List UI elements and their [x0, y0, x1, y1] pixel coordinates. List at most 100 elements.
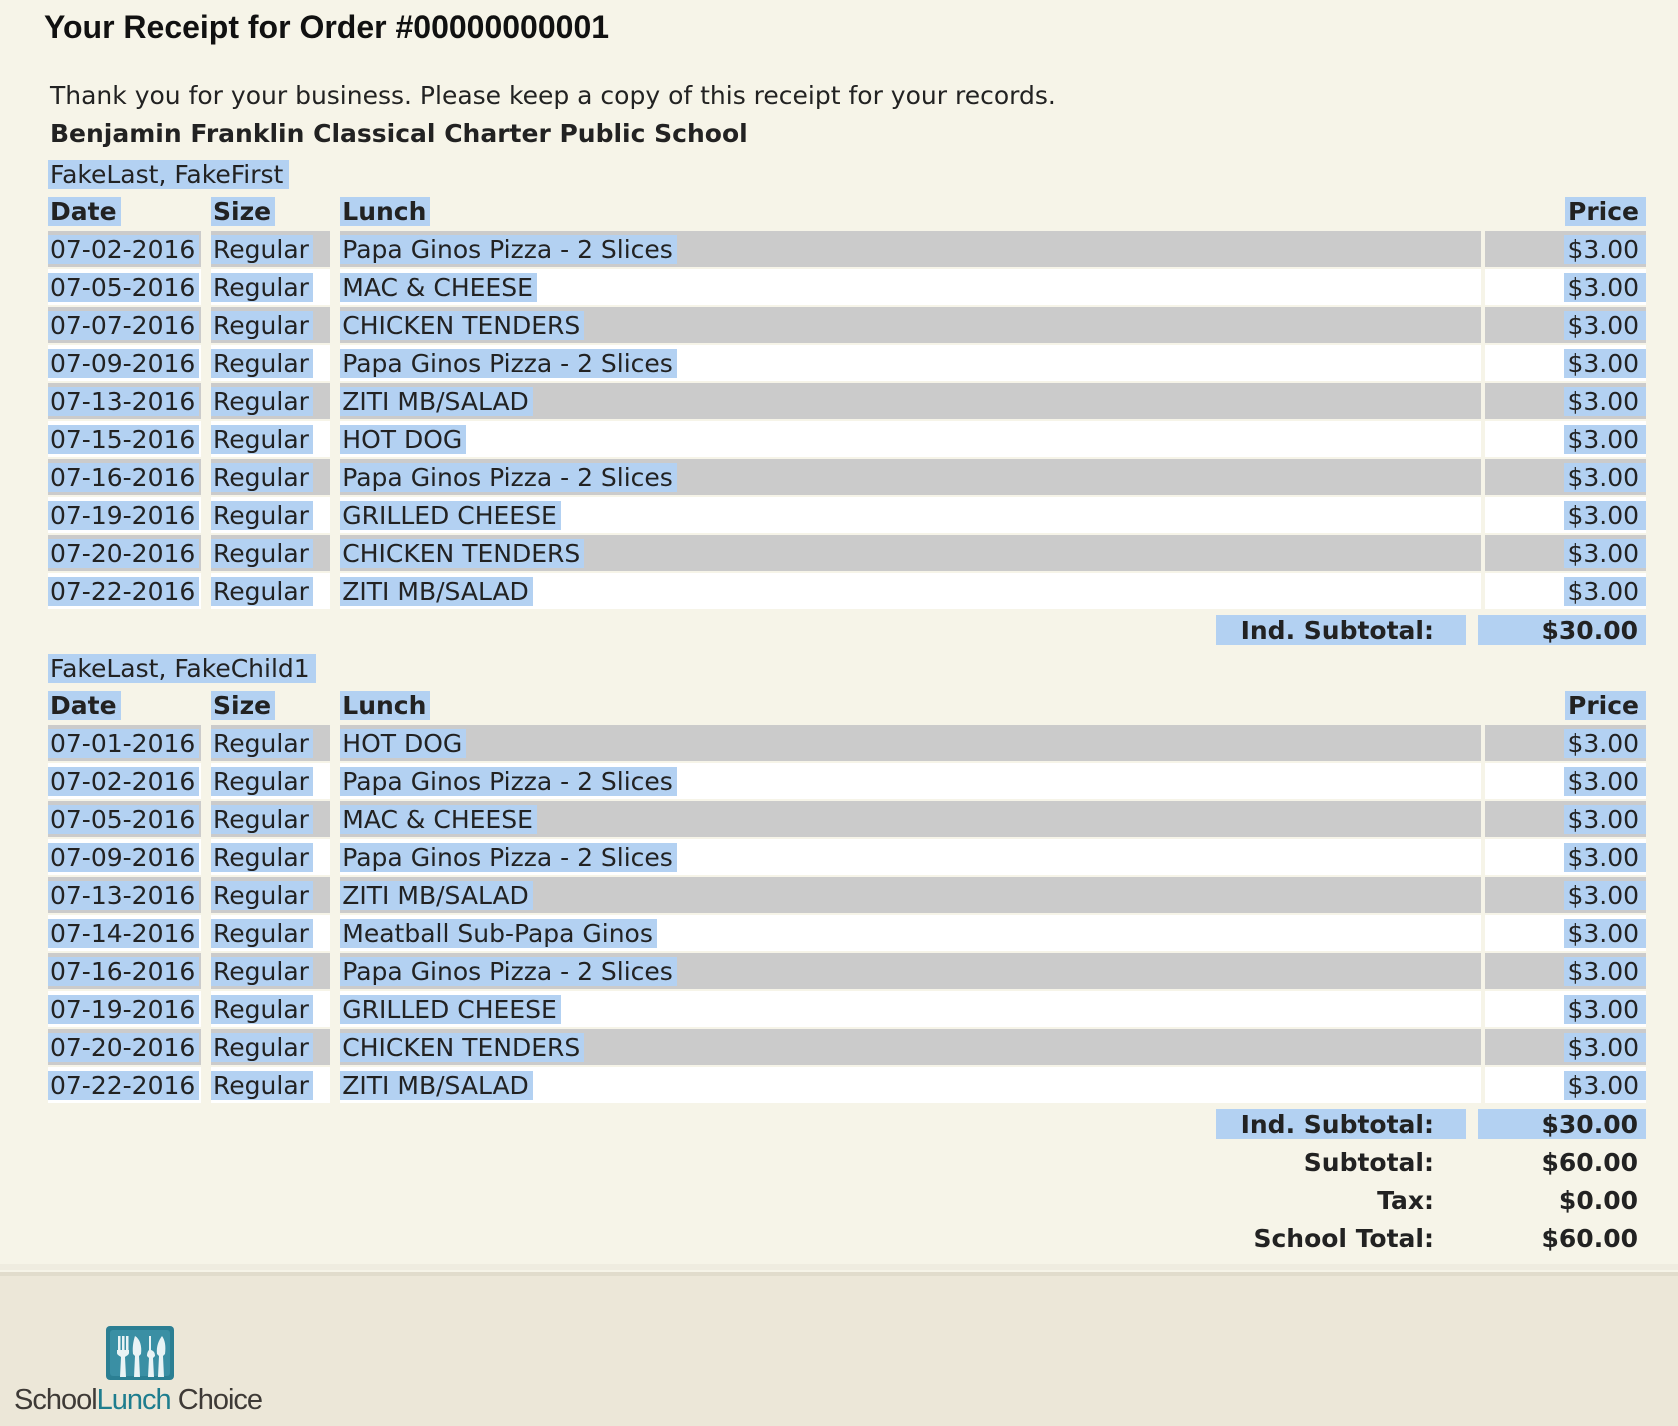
order-price: $3.00: [1485, 231, 1647, 267]
order-lunch: HOT DOG: [340, 421, 1482, 457]
order-date-text: 07-19-2016: [48, 500, 200, 530]
order-date-text: 07-13-2016: [48, 386, 200, 416]
receipt-body: FakeLast, FakeFirst Date Size Lunch Price 07-…: [48, 155, 1647, 1257]
order-date: 07-16-2016: [48, 459, 202, 495]
order-date: 07-13-2016: [48, 877, 202, 913]
order-size-text: Regular: [211, 310, 313, 340]
order-price-text: $3.00: [1564, 842, 1647, 872]
order-price: $3.00: [1485, 953, 1647, 989]
order-lunch: MAC & CHEESE: [340, 269, 1482, 305]
order-lunch-text: Papa Ginos Pizza - 2 Slices: [340, 234, 677, 264]
column-header-size-text: Size: [211, 690, 276, 720]
order-size-text: Regular: [211, 766, 313, 796]
total-row: School Total: $60.00: [48, 1219, 1646, 1257]
order-date: 07-14-2016: [48, 915, 202, 951]
order-size: Regular: [211, 345, 331, 381]
column-header-date: Date: [48, 687, 201, 723]
order-date: 07-22-2016: [48, 573, 202, 609]
total-row: Subtotal: $60.00: [48, 1143, 1646, 1181]
order-price: $3.00: [1485, 839, 1647, 875]
table-row: 07-20-2016 Regular CHICKEN TENDERS $3.00: [48, 535, 1647, 573]
order-lunch-text: Papa Ginos Pizza - 2 Slices: [340, 348, 677, 378]
order-date: 07-13-2016: [48, 383, 202, 419]
order-lunch-text: ZITI MB/SALAD: [340, 576, 533, 606]
order-size-text: Regular: [211, 918, 313, 948]
order-lunch: CHICKEN TENDERS: [340, 307, 1482, 343]
order-price-text: $3.00: [1564, 234, 1647, 264]
order-date: 07-15-2016: [48, 421, 202, 457]
order-lunch-text: Papa Ginos Pizza - 2 Slices: [340, 462, 677, 492]
order-price: $3.00: [1485, 991, 1647, 1027]
order-lunch: ZITI MB/SALAD: [340, 573, 1482, 609]
order-price-text: $3.00: [1564, 880, 1647, 910]
order-date-text: 07-22-2016: [48, 576, 200, 606]
order-size-text: Regular: [211, 462, 313, 492]
order-date: 07-02-2016: [48, 763, 202, 799]
order-date-text: 07-13-2016: [48, 880, 200, 910]
order-size-text: Regular: [211, 348, 313, 378]
order-totals: Subtotal: $60.00 Tax: $0.00 School Total: $60…: [48, 1143, 1646, 1257]
individual-subtotal-label: Ind. Subtotal:: [1216, 1109, 1466, 1139]
column-header-lunch: Lunch: [340, 687, 1481, 723]
table-row: 07-15-2016 Regular HOT DOG $3.00: [48, 421, 1647, 459]
order-date: 07-09-2016: [48, 839, 202, 875]
school-lunch-choice-logo[interactable]: SchoolLunch Choice: [14, 1324, 284, 1416]
order-lunch: GRILLED CHEESE: [340, 497, 1482, 533]
order-date-text: 07-05-2016: [48, 804, 200, 834]
order-size: Regular: [211, 573, 331, 609]
order-lunch-text: MAC & CHEESE: [340, 272, 537, 302]
table-row: 07-13-2016 Regular ZITI MB/SALAD $3.00: [48, 877, 1647, 915]
order-price-text: $3.00: [1564, 994, 1647, 1024]
order-size-text: Regular: [211, 842, 313, 872]
order-price: $3.00: [1485, 877, 1647, 913]
order-lunch: HOT DOG: [340, 725, 1482, 761]
order-size: Regular: [211, 877, 331, 913]
table-row: 07-16-2016 Regular Papa Ginos Pizza - 2 Sl…: [48, 953, 1647, 991]
table-row: 07-14-2016 Regular Meatball Sub-Papa Ginos…: [48, 915, 1647, 953]
order-price: $3.00: [1485, 459, 1647, 495]
table-row: 07-16-2016 Regular Papa Ginos Pizza - 2 Sl…: [48, 459, 1647, 497]
order-lunch-text: MAC & CHEESE: [340, 804, 537, 834]
order-size: Regular: [211, 231, 331, 267]
order-lunch: Meatball Sub-Papa Ginos: [340, 915, 1482, 951]
order-price-text: $3.00: [1564, 386, 1647, 416]
column-header-lunch-text: Lunch: [340, 196, 431, 226]
order-date: 07-19-2016: [48, 991, 202, 1027]
table-header-row: Date Size Lunch Price: [48, 193, 1647, 231]
student-name-text: FakeLast, FakeChild1: [48, 653, 316, 683]
order-lunch: ZITI MB/SALAD: [340, 1067, 1482, 1103]
order-price: $3.00: [1485, 345, 1647, 381]
order-lunch-text: ZITI MB/SALAD: [340, 880, 533, 910]
table-row: 07-22-2016 Regular ZITI MB/SALAD $3.00: [48, 573, 1647, 611]
order-date-text: 07-02-2016: [48, 234, 200, 264]
column-header-size: Size: [211, 687, 330, 723]
order-date-text: 07-14-2016: [48, 918, 200, 948]
order-lunch: Papa Ginos Pizza - 2 Slices: [340, 345, 1482, 381]
order-size-text: Regular: [211, 576, 313, 606]
order-price: $3.00: [1485, 915, 1647, 951]
order-lunch: CHICKEN TENDERS: [340, 535, 1482, 571]
order-size: Regular: [211, 535, 331, 571]
total-value: $60.00: [1541, 1147, 1638, 1177]
order-size-text: Regular: [211, 386, 313, 416]
order-size: Regular: [211, 269, 331, 305]
order-date-text: 07-16-2016: [48, 956, 200, 986]
order-date-text: 07-19-2016: [48, 994, 200, 1024]
order-lunch-text: HOT DOG: [340, 424, 467, 454]
order-lunch-text: CHICKEN TENDERS: [340, 538, 585, 568]
order-date-text: 07-20-2016: [48, 1032, 200, 1062]
order-lunch-text: Papa Ginos Pizza - 2 Slices: [340, 842, 677, 872]
order-lunch-text: HOT DOG: [340, 728, 467, 758]
order-date-text: 07-16-2016: [48, 462, 200, 492]
order-size-text: Regular: [211, 728, 313, 758]
order-size: Regular: [211, 307, 331, 343]
order-price-text: $3.00: [1564, 424, 1647, 454]
individual-subtotal-value: $30.00: [1478, 1109, 1646, 1139]
order-date-text: 07-15-2016: [48, 424, 200, 454]
order-price-text: $3.00: [1564, 766, 1647, 796]
order-lunch-text: GRILLED CHEESE: [340, 994, 561, 1024]
order-size-text: Regular: [211, 804, 313, 834]
thank-you-message: Thank you for your business. Please keep…: [50, 81, 1056, 110]
total-label: School Total:: [1253, 1223, 1434, 1253]
order-date: 07-05-2016: [48, 269, 202, 305]
